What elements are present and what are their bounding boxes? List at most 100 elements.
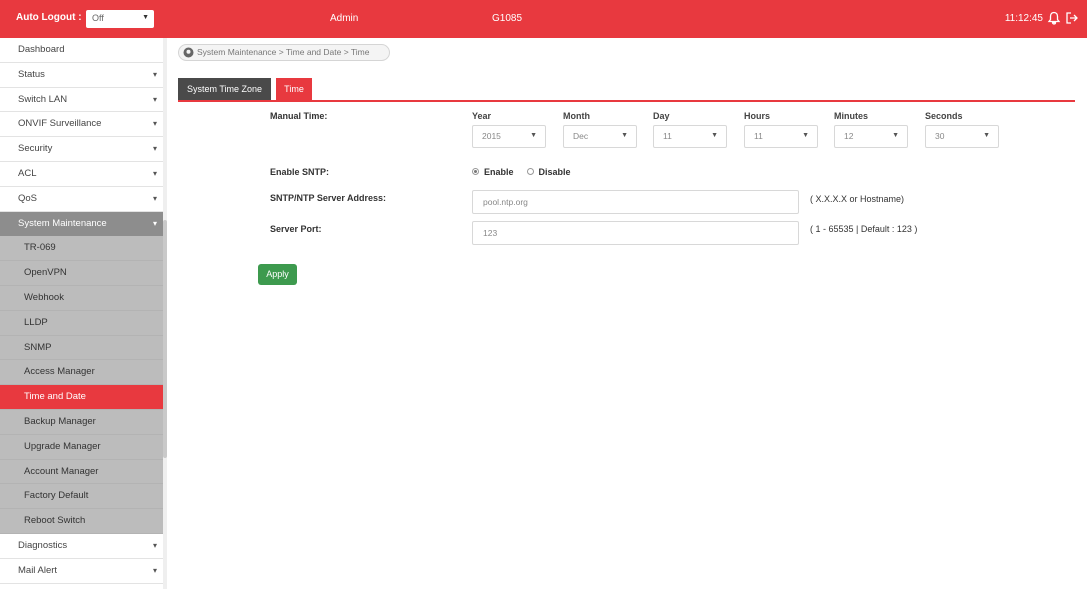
apply-button[interactable]: Apply (258, 264, 297, 285)
server-port-value: 123 (483, 228, 498, 238)
sntp-radio-group: Enable Disable (472, 167, 571, 177)
year-value: 2015 (482, 131, 501, 141)
sidebar-item-status[interactable]: Status ▾ (0, 62, 167, 88)
sidebar-subitem-label: Upgrade Manager (24, 440, 101, 452)
sidebar-item-onvif[interactable]: ONVIF Surveillance ▾ (0, 112, 167, 138)
breadcrumb-text: System Maintenance > Time and Date > Tim… (197, 47, 370, 57)
sidebar-item-label: Diagnostics (18, 539, 68, 551)
hours-select[interactable]: 11 ▼ (744, 125, 818, 148)
logout-icon[interactable] (1065, 11, 1079, 25)
tab-time[interactable]: Time (276, 78, 312, 101)
sidebar-item-label: Mail Alert (18, 564, 58, 576)
sidebar-item-diagnostics[interactable]: Diagnostics ▾ (0, 533, 167, 559)
day-select[interactable]: 11 ▼ (653, 125, 727, 148)
sidebar-subitem-lldp[interactable]: LLDP (0, 310, 167, 336)
sidebar-subitem-snmp[interactable]: SNMP (0, 335, 167, 361)
chevron-down-icon: ▾ (152, 168, 157, 178)
clock: 11:12:45 (1004, 13, 1043, 24)
disable-radio-label: Disable (538, 167, 571, 177)
sidebar-subitem-label: LLDP (24, 316, 48, 328)
sidebar-item-acl[interactable]: ACL ▾ (0, 161, 167, 187)
seconds-label: Seconds (925, 111, 963, 121)
enable-radio[interactable] (472, 168, 479, 176)
sidebar-subitem-label: OpenVPN (24, 267, 67, 279)
month-select[interactable]: Dec ▼ (563, 125, 637, 148)
sidebar-item-security[interactable]: Security ▾ (0, 137, 167, 162)
disable-radio[interactable] (526, 168, 534, 176)
sidebar-item-qos[interactable]: QoS ▾ (0, 186, 167, 212)
sidebar-subitem-label: Reboot Switch (24, 515, 86, 527)
chevron-down-icon: ▾ (152, 540, 157, 550)
sidebar-item-label: Dashboard (18, 44, 65, 55)
sidebar-item-switch-lan[interactable]: Switch LAN ▾ (0, 87, 167, 113)
day-label: Day (653, 111, 670, 121)
sidebar-subitem-label: Backup Manager (24, 415, 96, 427)
sidebar-item-label: ACL (18, 167, 37, 179)
hours-label: Hours (744, 111, 771, 121)
sidebar-subitem-label: Account Manager (24, 465, 99, 477)
chevron-down-icon: ▼ (530, 132, 537, 139)
sidebar-item-system-maintenance[interactable]: System Maintenance ▾ (0, 211, 167, 237)
chevron-down-icon: ▼ (142, 14, 149, 21)
hours-value: 11 (754, 131, 763, 141)
year-select[interactable]: 2015 ▼ (472, 125, 546, 148)
sidebar-subitem-upgrade-manager[interactable]: Upgrade Manager (0, 434, 167, 460)
chevron-down-icon: ▾ (152, 144, 157, 154)
sidebar-item-label: Security (18, 143, 53, 155)
sidebar-subitem-reboot-switch[interactable]: Reboot Switch (0, 509, 167, 534)
sidebar-subitem-webhook[interactable]: Webhook (0, 285, 167, 311)
chevron-down-icon: ▼ (802, 132, 809, 139)
year-label: Year (472, 111, 492, 121)
sidebar-subitem-tr069[interactable]: TR-069 (0, 236, 167, 262)
sidebar-item-label: Status (18, 68, 45, 80)
enable-sntp-label: Enable SNTP: (270, 167, 330, 177)
sidebar-subitem-label: Time and Date (24, 391, 86, 403)
sidebar-subitem-label: TR-069 (24, 242, 56, 254)
server-port-label: Server Port: (270, 224, 322, 234)
seconds-value: 30 (935, 131, 945, 141)
sidebar-scrollbar-thumb[interactable] (163, 220, 167, 458)
chevron-down-icon: ▾ (152, 69, 157, 79)
sidebar-subitem-time-and-date[interactable]: Time and Date (0, 385, 167, 410)
sidebar-subitem-openvpn[interactable]: OpenVPN (0, 261, 167, 286)
sidebar-item-mail-alert[interactable]: Mail Alert ▾ (0, 558, 167, 584)
server-address-input[interactable]: pool.ntp.org (472, 190, 799, 214)
chevron-down-icon: ▾ (152, 565, 157, 575)
chevron-down-icon: ▼ (621, 132, 628, 139)
enable-radio-label: Enable (484, 167, 514, 177)
manual-time-label: Manual Time: (270, 111, 328, 121)
sidebar-subitem-backup-manager[interactable]: Backup Manager (0, 409, 167, 435)
month-label: Month (563, 111, 590, 121)
server-port-hint: ( 1 - 65535 | Default : 123 ) (810, 224, 918, 234)
chevron-down-icon: ▼ (892, 132, 899, 139)
tab-underline (178, 100, 1075, 102)
chevron-down-icon: ▼ (983, 132, 990, 139)
sidebar-subitem-account-manager[interactable]: Account Manager (0, 459, 167, 485)
chevron-down-icon: ▾ (152, 94, 157, 104)
auto-logout-value: Off (92, 13, 104, 23)
sidebar-item-label: ONVIF Surveillance (18, 118, 102, 130)
month-value: Dec (573, 131, 589, 141)
chevron-down-icon: ▾ (152, 218, 157, 228)
user-name: Admin (330, 13, 359, 24)
server-port-input[interactable]: 123 (472, 221, 799, 245)
sidebar-subitem-factory-default[interactable]: Factory Default (0, 484, 167, 510)
auto-logout-select[interactable]: Off ▼ (86, 10, 154, 28)
sidebar: Dashboard Status ▾ Switch LAN ▾ ONVIF Surv… (0, 38, 167, 589)
sidebar-subitem-access-manager[interactable]: Access Manager (0, 360, 167, 386)
seconds-select[interactable]: 30 ▼ (925, 125, 999, 148)
server-address-value: pool.ntp.org (483, 197, 528, 207)
sidebar-subitem-label: Webhook (24, 291, 64, 303)
chevron-down-icon: ▾ (152, 119, 157, 129)
chevron-down-icon: ▾ (152, 193, 157, 203)
location-pin-icon (183, 47, 194, 58)
bell-icon[interactable] (1047, 11, 1061, 25)
sidebar-item-label: QoS (18, 192, 38, 204)
tab-system-time-zone[interactable]: System Time Zone (178, 78, 271, 101)
chevron-down-icon: ▼ (711, 132, 718, 139)
minutes-select[interactable]: 12 ▼ (834, 125, 908, 148)
top-bar: Auto Logout : Off ▼ Admin G1085 11:12:45 (0, 0, 1087, 38)
device-model: G1085 (492, 13, 523, 24)
sidebar-item-dashboard[interactable]: Dashboard (0, 38, 167, 63)
sidebar-subitem-label: Access Manager (24, 366, 95, 378)
